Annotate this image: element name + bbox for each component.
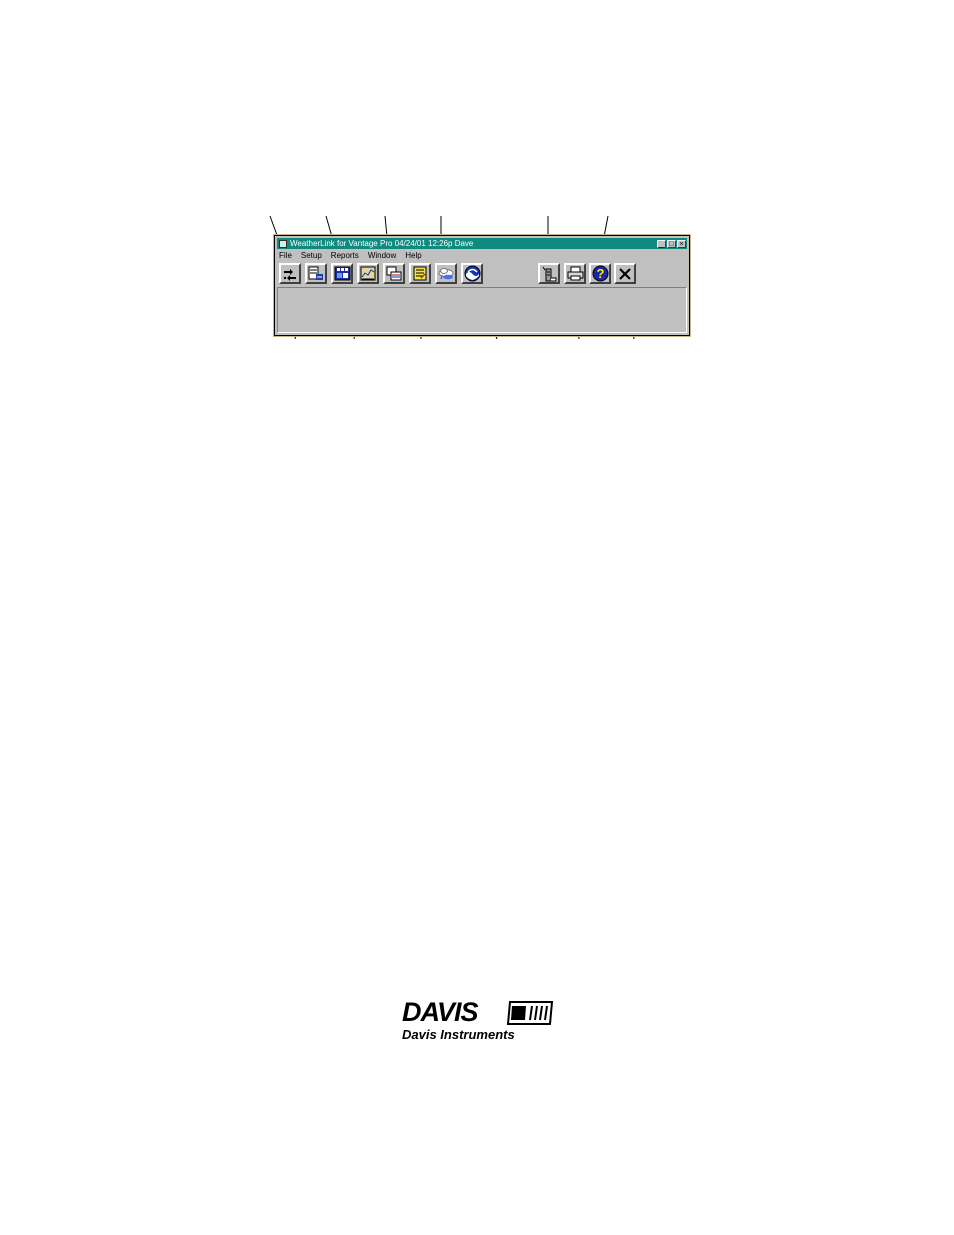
menu-help[interactable]: Help (405, 250, 421, 261)
toolbar: ? (275, 262, 689, 286)
download-icon (542, 266, 557, 281)
menu-reports[interactable]: Reports (331, 250, 359, 261)
exit-button[interactable] (614, 263, 636, 284)
browse-button[interactable] (383, 263, 405, 284)
client-area (277, 287, 687, 333)
select-station-button[interactable] (279, 263, 301, 284)
app-icon[interactable] (279, 239, 287, 248)
browse-window-icon (386, 266, 402, 281)
bulletin-button[interactable] (331, 263, 353, 284)
maximize-button[interactable]: □ (667, 239, 676, 248)
callout-leaders (269, 215, 635, 340)
window-controls: _ □ × (657, 239, 686, 248)
printer-icon (567, 266, 583, 281)
notes-icon (413, 266, 427, 281)
graph-icon (360, 266, 376, 281)
download-button[interactable] (538, 263, 560, 284)
bulletin-icon (334, 266, 350, 281)
menu-window[interactable]: Window (368, 250, 396, 261)
help-button[interactable]: ? (589, 263, 611, 284)
noaa-emblem-icon (464, 265, 480, 282)
graph-button[interactable] (357, 263, 379, 284)
window-title: WeatherLink for Vantage Pro 04/24/01 12:… (290, 239, 474, 248)
minimize-button[interactable]: _ (657, 239, 666, 248)
weatherlink-window: WeatherLink for Vantage Pro 04/24/01 12:… (273, 234, 691, 337)
close-x-icon (619, 267, 631, 280)
menu-bar: File Setup Reports Window Help (279, 250, 422, 261)
davis-logo: DAVIS Davis Instruments (400, 997, 560, 1045)
logo-subtitle: Davis Instruments (402, 1027, 515, 1042)
noaa-button[interactable] (461, 263, 483, 284)
station-arrows-icon (283, 268, 296, 281)
summary-grid-icon (308, 266, 323, 280)
print-button[interactable] (564, 263, 586, 284)
notes-button[interactable] (409, 263, 431, 284)
cloud-icon (438, 268, 453, 280)
menu-setup[interactable]: Setup (301, 250, 322, 261)
logo-flag-icon (506, 1001, 554, 1025)
svg-text:?: ? (596, 266, 604, 281)
menu-file[interactable]: File (279, 250, 292, 261)
summary-button[interactable] (305, 263, 327, 284)
logo-wordmark: DAVIS (402, 997, 479, 1027)
weather-cloud-button[interactable] (435, 263, 457, 284)
title-bar[interactable]: WeatherLink for Vantage Pro 04/24/01 12:… (277, 238, 687, 249)
help-icon: ? (592, 265, 608, 282)
close-button[interactable]: × (677, 239, 686, 248)
